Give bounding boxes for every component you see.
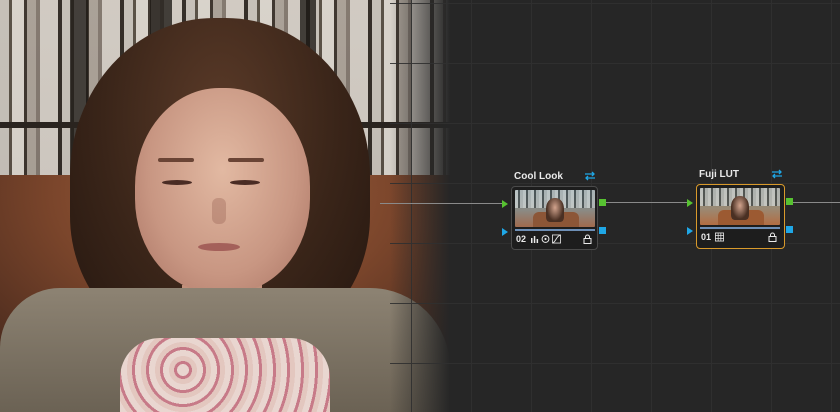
swap-arrows-icon[interactable] — [771, 169, 783, 179]
node-number: 02 — [516, 234, 527, 244]
node-thumbnail — [700, 188, 780, 225]
nose — [212, 198, 226, 224]
thumb-girl — [546, 198, 564, 222]
key-input-port[interactable] — [687, 227, 693, 235]
right-brow — [228, 158, 264, 162]
right-eye — [230, 180, 260, 185]
rgb-output-port[interactable] — [786, 198, 793, 205]
curve-icon — [552, 234, 561, 244]
node-number: 01 — [701, 232, 712, 242]
circle-target-icon — [541, 235, 550, 243]
node-footer: 02 — [516, 234, 596, 246]
node-bar — [515, 229, 595, 231]
node-fuji-lut[interactable]: Fuji LUT 01 — [687, 169, 793, 249]
swap-arrows-icon[interactable] — [584, 171, 596, 181]
rgb-output-port[interactable] — [599, 199, 606, 206]
viewer-image — [0, 0, 450, 412]
node-tools — [715, 232, 724, 242]
mouth — [198, 243, 240, 251]
lock-icon[interactable] — [768, 232, 777, 242]
key-input-port[interactable] — [502, 228, 508, 236]
face — [135, 88, 310, 293]
key-output-port[interactable] — [599, 227, 606, 234]
rgb-input-port[interactable] — [687, 199, 693, 207]
rgb-input-port[interactable] — [502, 200, 508, 208]
node-thumbnail — [515, 190, 595, 227]
lock-icon[interactable] — [583, 234, 592, 244]
left-brow — [158, 158, 194, 162]
left-eye — [162, 180, 192, 185]
node-title: Fuji LUT — [699, 169, 739, 180]
node-title: Cool Look — [514, 171, 563, 182]
node-footer: 01 — [701, 232, 781, 244]
key-output-port[interactable] — [786, 226, 793, 233]
bars-icon — [531, 236, 539, 243]
thumb-girl — [731, 196, 749, 220]
node-tools — [530, 234, 561, 244]
floral-shirt — [120, 338, 330, 412]
lut-grid-icon — [715, 232, 724, 242]
node-cool-look[interactable]: Cool Look 02 — [502, 171, 606, 250]
node-bar — [700, 227, 780, 229]
color-page: Cool Look 02 Fuji LUT 01 — [0, 0, 840, 412]
